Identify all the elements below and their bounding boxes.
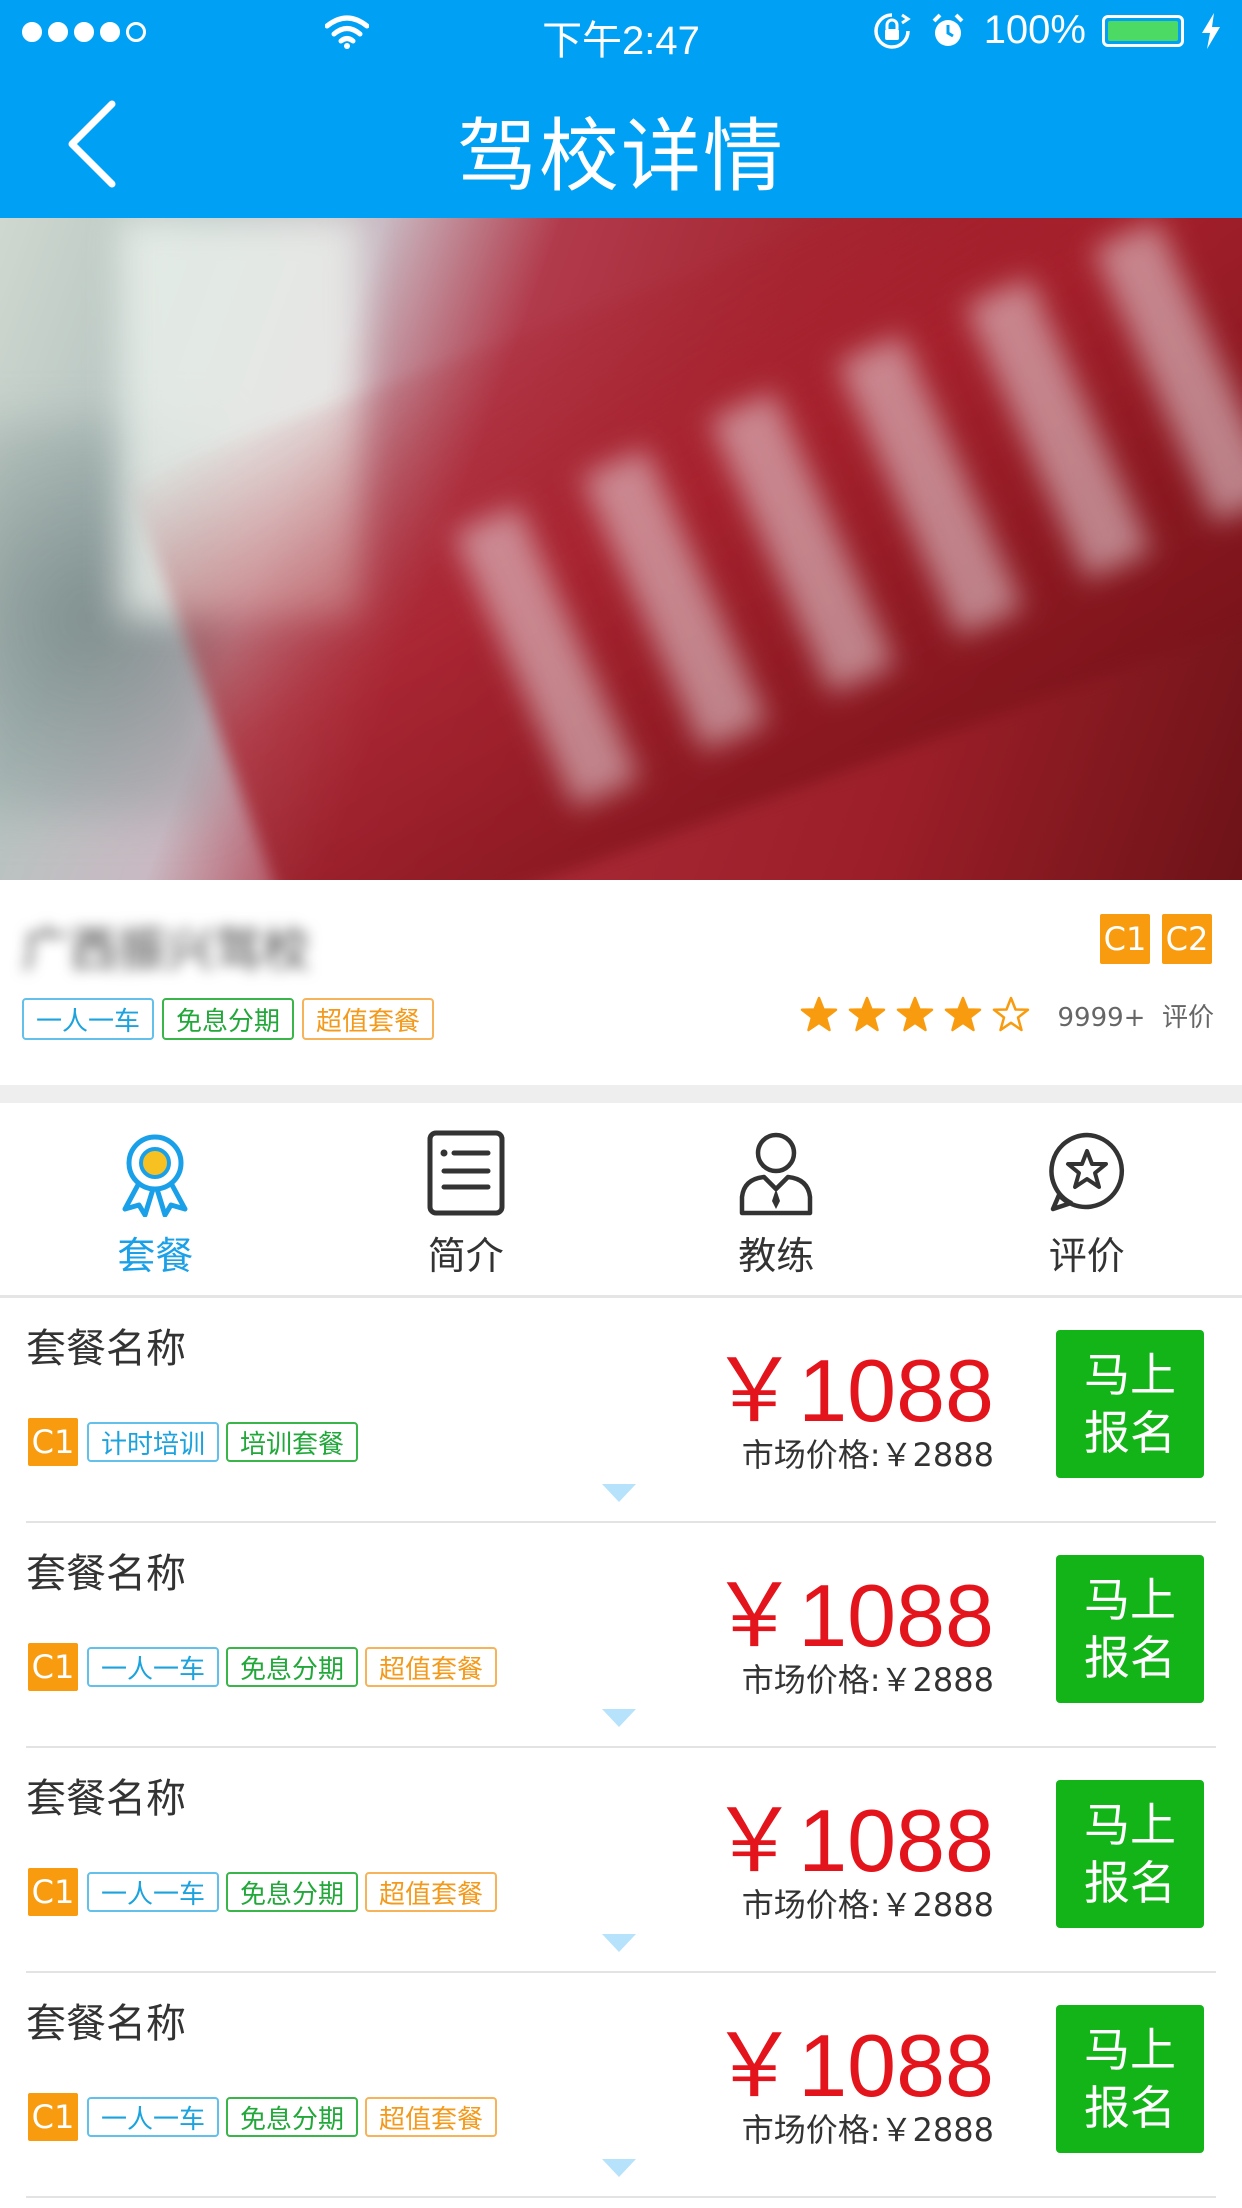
tab-packages[interactable]: 套餐 (0, 1103, 311, 1297)
package-tag: 一人一车 (87, 1647, 220, 1687)
tab-reviews[interactable]: 评价 (932, 1103, 1242, 1297)
rotation-lock-icon (873, 12, 911, 49)
star-filled-icon (848, 996, 885, 1032)
package-tags: C1 一人一车 免息分期 超值套餐 (28, 2093, 498, 2141)
market-price: 市场价格:￥2888 (741, 2111, 994, 2149)
star-filled-icon (896, 996, 933, 1032)
signup-button[interactable]: 马上报名 (1056, 1330, 1204, 1478)
rating-stars (800, 996, 1030, 1034)
package-price: ￥1088 (710, 1341, 994, 1440)
signup-button[interactable]: 马上报名 (1056, 2005, 1204, 2153)
medal-icon (122, 1134, 188, 1217)
package-tag: 超值套餐 (365, 1872, 498, 1912)
star-filled-icon (944, 996, 981, 1032)
package-tag: 培训套餐 (226, 1422, 359, 1462)
signup-button[interactable]: 马上报名 (1056, 1780, 1204, 1928)
package-name: 套餐名称 (26, 1776, 186, 1822)
school-hero-image (0, 218, 1242, 880)
feature-tags: 一人一车 免息分期 超值套餐 (22, 998, 435, 1040)
package-tags: C1 一人一车 免息分期 超值套餐 (28, 1868, 498, 1916)
package-list: 套餐名称 C1 计时培训 培训套餐 ￥1088 市场价格:￥2888 马上报名 套… (0, 1298, 1242, 2198)
market-price: 市场价格:￥2888 (741, 1436, 994, 1474)
package-name: 套餐名称 (26, 1326, 186, 1372)
license-badge: C1 (28, 2093, 78, 2141)
school-info: 广西振兴驾校 C1 C2 一人一车 免息分期 超值套餐 9999+ 评价 (0, 880, 1242, 1085)
package-tag: 免息分期 (226, 1872, 359, 1912)
package-item[interactable]: 套餐名称 C1 一人一车 免息分期 超值套餐 ￥1088 市场价格:￥2888 马上… (26, 1523, 1216, 1748)
signup-button[interactable]: 马上报名 (1056, 1555, 1204, 1703)
package-tag: 超值套餐 (365, 2097, 498, 2137)
star-empty-icon (992, 996, 1029, 1032)
package-tag: 一人一车 (87, 2097, 220, 2137)
package-tags: C1 计时培训 培训套餐 (28, 1418, 359, 1466)
nav-bar: 驾校详情 (0, 64, 1242, 218)
license-badge: C1 (28, 1643, 78, 1691)
tab-label: 教练 (738, 1234, 815, 1278)
detail-tabs: 套餐 简介 教练 评价 (0, 1103, 1242, 1297)
package-item[interactable]: 套餐名称 C1 计时培训 培训套餐 ￥1088 市场价格:￥2888 马上报名 (26, 1298, 1216, 1523)
expand-arrow-icon[interactable] (602, 1709, 636, 1729)
expand-arrow-icon[interactable] (602, 1484, 636, 1504)
market-price: 市场价格:￥2888 (741, 1886, 994, 1924)
school-name: 广西振兴驾校 (22, 922, 311, 978)
package-price: ￥1088 (710, 2016, 994, 2115)
tab-label: 简介 (427, 1234, 504, 1278)
license-badge: C1 (28, 1868, 78, 1916)
alarm-icon (932, 13, 964, 46)
charging-icon (1202, 12, 1220, 49)
star-filled-icon (800, 996, 837, 1032)
page-title: 驾校详情 (457, 110, 785, 203)
feature-tag: 超值套餐 (302, 998, 435, 1040)
market-price: 市场价格:￥2888 (741, 1661, 994, 1699)
rating[interactable]: 9999+ 评价 (800, 996, 1215, 1034)
license-badge: C1 (1100, 914, 1150, 964)
tab-intro[interactable]: 简介 (311, 1103, 622, 1297)
review-count: 9999+ 评价 (1057, 1002, 1215, 1033)
tab-label: 套餐 (117, 1234, 194, 1278)
section-divider (0, 1085, 1242, 1103)
license-badges: C1 C2 (1100, 914, 1212, 964)
feature-tag: 一人一车 (22, 998, 155, 1040)
package-price: ￥1088 (710, 1566, 994, 1665)
package-tag: 超值套餐 (365, 1647, 498, 1687)
package-name: 套餐名称 (26, 2001, 186, 2047)
license-badge: C2 (1162, 914, 1212, 964)
package-tag: 一人一车 (87, 1872, 220, 1912)
package-item[interactable]: 套餐名称 C1 一人一车 免息分期 超值套餐 ￥1088 市场价格:￥2888 马上… (26, 1973, 1216, 2198)
expand-arrow-icon[interactable] (602, 2159, 636, 2179)
battery-percent: 100% (983, 8, 1086, 52)
coach-icon (740, 1132, 813, 1216)
star-bubble-icon (1049, 1132, 1124, 1212)
status-bar: 下午2:47 100% (0, 0, 1242, 64)
package-tag: 免息分期 (226, 1647, 359, 1687)
package-name: 套餐名称 (26, 1551, 186, 1597)
package-tags: C1 一人一车 免息分期 超值套餐 (28, 1643, 498, 1691)
license-badge: C1 (28, 1418, 78, 1466)
package-tag: 计时培训 (87, 1422, 220, 1462)
expand-arrow-icon[interactable] (602, 1934, 636, 1954)
tab-coach[interactable]: 教练 (621, 1103, 932, 1297)
document-icon (427, 1130, 505, 1216)
tab-label: 评价 (1048, 1234, 1125, 1278)
package-price: ￥1088 (710, 1791, 994, 1890)
feature-tag: 免息分期 (162, 998, 295, 1040)
package-item[interactable]: 套餐名称 C1 一人一车 免息分期 超值套餐 ￥1088 市场价格:￥2888 马上… (26, 1748, 1216, 1973)
package-tag: 免息分期 (226, 2097, 359, 2137)
battery-icon (1102, 14, 1184, 47)
